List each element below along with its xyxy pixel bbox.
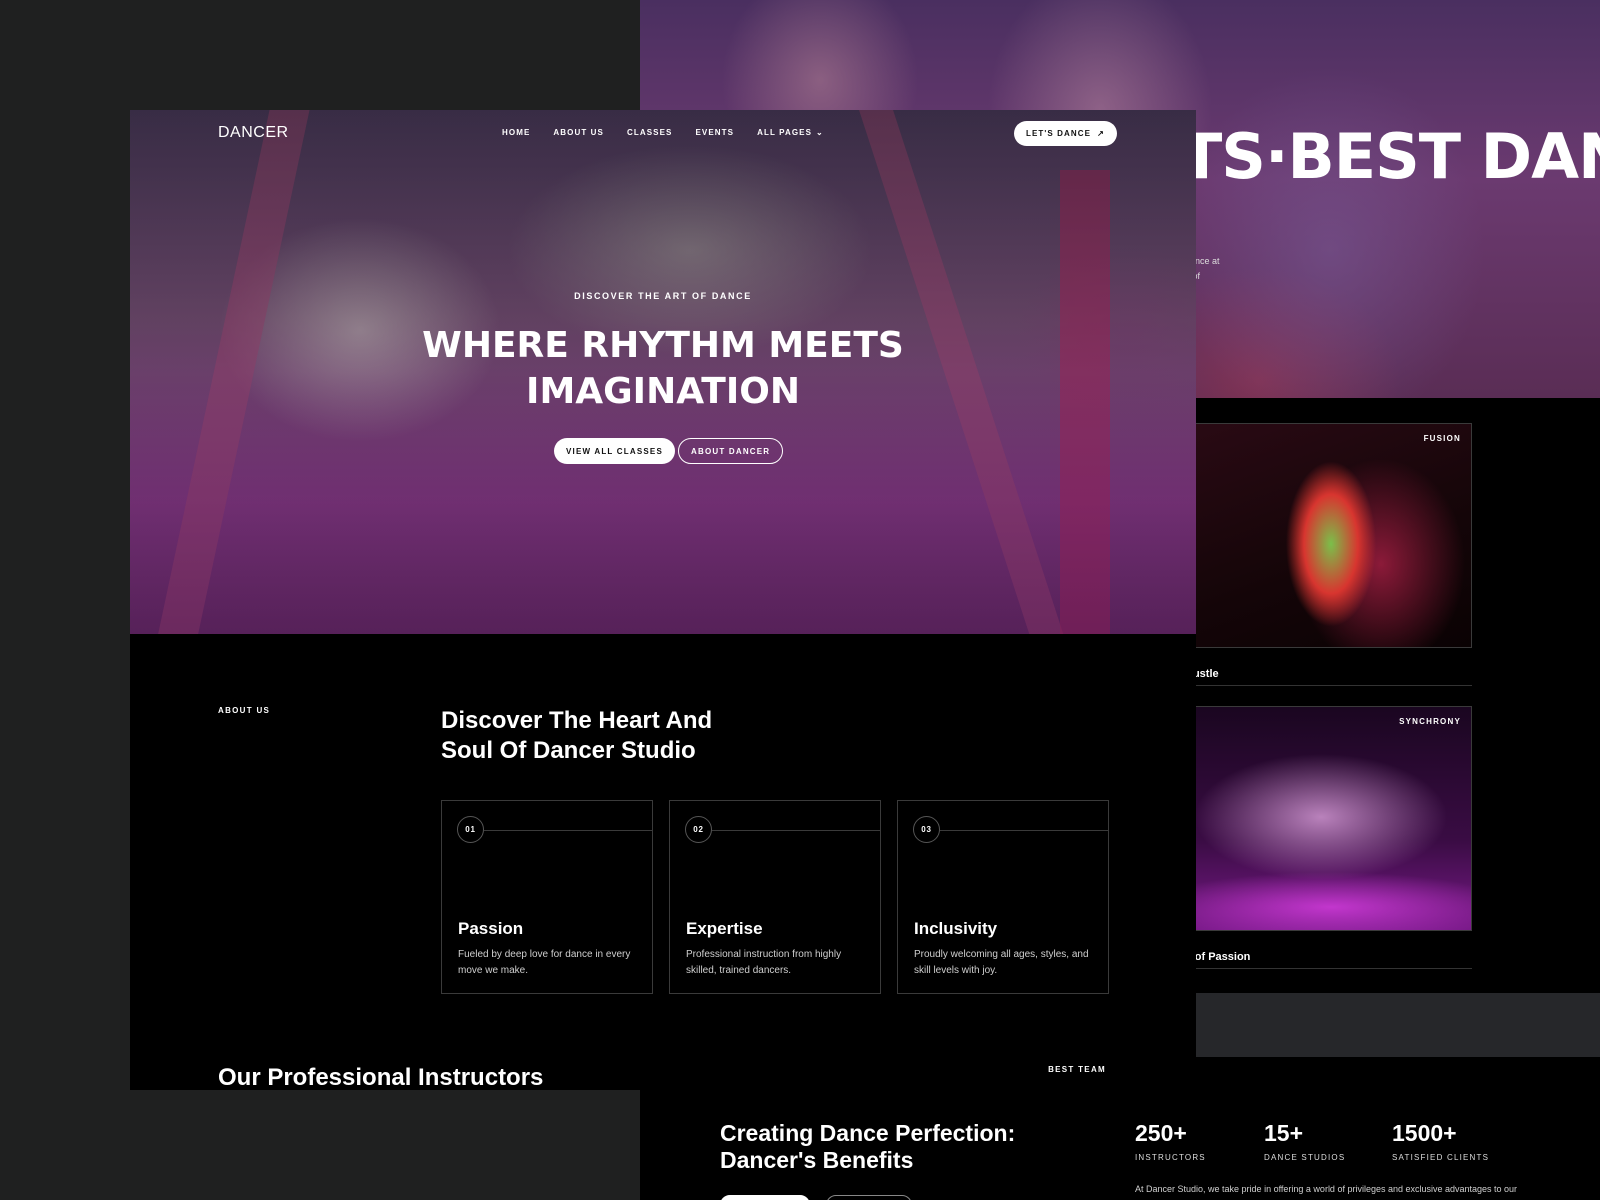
view-all-classes-button[interactable]: VIEW ALL CLASSES [554, 438, 675, 464]
class-card-fusion[interactable]: FUSION s [1180, 423, 1472, 648]
stat-label: INSTRUCTORS [1135, 1153, 1206, 1162]
arrow-up-right-icon: ↗ [1097, 129, 1105, 138]
feature-text: Fueled by deep love for dance in every m… [458, 949, 631, 976]
stat-value: 1500+ [1392, 1120, 1457, 1146]
divider [484, 830, 652, 831]
benefits-secondary-button[interactable] [826, 1195, 912, 1200]
divider [712, 830, 880, 831]
hero-eyebrow: DISCOVER THE ART OF DANCE [574, 291, 752, 301]
divider [1180, 968, 1472, 969]
class-card-image [1181, 707, 1471, 930]
feature-number: 01 [457, 816, 484, 843]
about-title-line: Discover The Heart And [441, 707, 713, 734]
nav-item-about-us[interactable]: ABOUT US [553, 128, 604, 137]
about-section-label: ABOUT US [218, 706, 271, 715]
stat-label: DANCE STUDIOS [1264, 1153, 1346, 1162]
feature-card-passion: 01 Passion Fueled by deep love for dance… [441, 800, 653, 994]
feature-card-expertise: 02 Expertise Professional instruction fr… [669, 800, 881, 994]
nav-item-classes[interactable]: CLASSES [627, 128, 673, 137]
benefits-title-line: Creating Dance Perfection: [720, 1120, 1016, 1146]
class-card-synchrony[interactable]: SYNCHRONY s [1180, 706, 1472, 931]
feature-title: Inclusivity [914, 919, 998, 938]
feature-text: Proudly welcoming all ages, styles, and … [914, 949, 1089, 976]
nav-item-home[interactable]: HOME [502, 128, 530, 137]
background-hero-title: TS·BEST DANC [1180, 120, 1600, 193]
feature-title: Expertise [686, 919, 763, 938]
stat-value: 15+ [1264, 1120, 1304, 1146]
benefits-primary-button[interactable] [720, 1195, 810, 1200]
class-card-tag: FUSION [1423, 434, 1461, 443]
nav-item-events[interactable]: EVENTS [695, 128, 734, 137]
hero-title-line: IMAGINATION [526, 371, 800, 412]
about-title-line: Soul Of Dancer Studio [441, 737, 696, 764]
stat-instructors: 250+ INSTRUCTORS [1135, 1120, 1206, 1162]
stat-value: 250+ [1135, 1120, 1187, 1146]
site-logo[interactable]: DANCER [218, 124, 289, 142]
benefits-title: Creating Dance Perfection: Dancer's Bene… [720, 1120, 1015, 1174]
team-section-title: Our Professional Instructors [218, 1064, 544, 1090]
feature-number: 03 [913, 816, 940, 843]
nav-item-all-pages-label: ALL PAGES [757, 128, 813, 137]
hero-title-line: WHERE RHYTHM MEETS [422, 325, 904, 366]
hero-section: DANCER HOME ABOUT US CLASSES EVENTS ALL … [130, 110, 1196, 634]
nav-item-all-pages[interactable]: ALL PAGES ⌄ [757, 128, 824, 137]
feature-text: Professional instruction from highly ski… [686, 949, 842, 976]
class-card-image [1181, 424, 1471, 647]
team-section-label: BEST TEAM [1048, 1065, 1106, 1074]
stat-dance-studios: 15+ DANCE STUDIOS [1264, 1120, 1345, 1162]
background-hero-title-text: TS·BEST DAN [1180, 120, 1600, 193]
about-dancer-button[interactable]: ABOUT DANCER [678, 438, 784, 464]
benefits-text: At Dancer Studio, we take pride in offer… [1135, 1184, 1518, 1194]
divider [1180, 685, 1472, 686]
about-section-title: Discover The Heart And Soul Of Dancer St… [441, 706, 761, 766]
divider [940, 830, 1108, 831]
feature-number: 02 [685, 816, 712, 843]
stat-satisfied-clients: 1500+ SATISFIED CLIENTS [1392, 1120, 1489, 1162]
feature-card-inclusivity: 03 Inclusivity Proudly welcoming all age… [897, 800, 1109, 994]
main-nav: HOME ABOUT US CLASSES EVENTS ALL PAGES ⌄ [502, 128, 847, 137]
background-section-strip [1180, 993, 1600, 1057]
foreground-page-preview: DANCER HOME ABOUT US CLASSES EVENTS ALL … [130, 110, 1196, 1090]
benefits-title-line: Dancer's Benefits [720, 1147, 914, 1173]
lets-dance-label: LET'S DANCE [1026, 129, 1092, 138]
stat-label: SATISFIED CLIENTS [1392, 1153, 1490, 1162]
lets-dance-button[interactable]: LET'S DANCE ↗ [1014, 121, 1117, 146]
feature-title: Passion [458, 919, 524, 938]
chevron-down-icon: ⌄ [816, 128, 824, 137]
class-card-tag: SYNCHRONY [1399, 717, 1461, 726]
hero-title: WHERE RHYTHM MEETS IMAGINATION [130, 323, 1196, 415]
